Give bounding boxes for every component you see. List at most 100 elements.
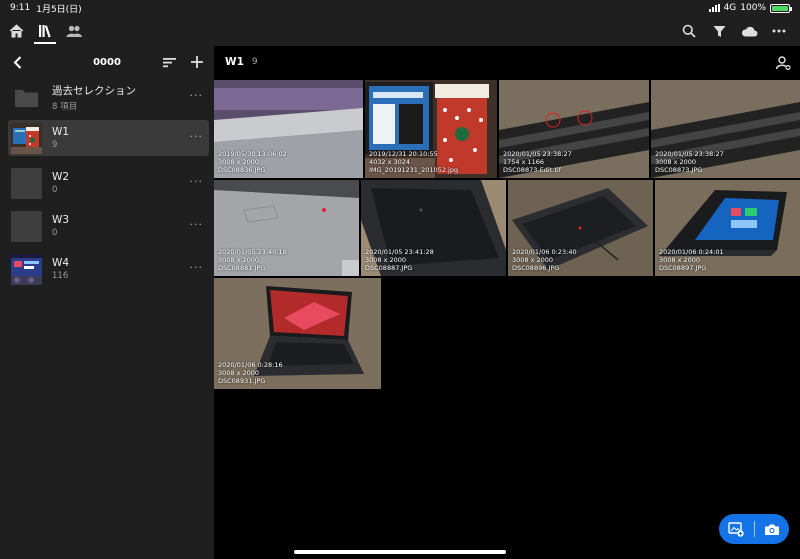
chevron-left-icon bbox=[13, 55, 21, 69]
album-item-w1[interactable]: W1 9 ··· bbox=[8, 120, 209, 156]
more-button[interactable] bbox=[770, 22, 788, 40]
cloud-button[interactable] bbox=[740, 22, 758, 40]
album-more-icon[interactable]: ··· bbox=[190, 131, 204, 142]
photo-metadata: 2020/01/06 0:23:40 3008 x 2000 DSC08896.… bbox=[512, 248, 577, 272]
album-name: 過去セレクション bbox=[52, 84, 136, 97]
album-count: 9 bbox=[52, 140, 58, 150]
photo-dimensions: 3008 x 2000 bbox=[365, 256, 407, 264]
people-icon bbox=[66, 25, 82, 37]
album-photo-count: 9 bbox=[251, 57, 258, 67]
photo-date: 2020/01/05 23:41:28 bbox=[365, 248, 434, 256]
photo-date: 2020/01/06 0:28:16 bbox=[218, 361, 283, 369]
home-indicator[interactable] bbox=[294, 550, 506, 554]
tab-home[interactable] bbox=[2, 16, 30, 46]
photo-tile[interactable]: 2019/05/30 13:06:02 3008 x 2000 DSC08836… bbox=[214, 80, 363, 178]
album-name: W1 bbox=[52, 126, 70, 138]
photo-tile[interactable]: 2020/01/05 23:38:27 1754 x 1166 DSC08873… bbox=[499, 80, 649, 178]
photo-metadata: 2019/12/31 20:10:55 4032 x 3024 IMG_2019… bbox=[369, 150, 458, 174]
camera-button[interactable] bbox=[755, 514, 790, 544]
photo-filename: DSC08873-Edit.tif bbox=[503, 166, 561, 174]
camera-icon bbox=[764, 524, 779, 535]
battery-icon bbox=[770, 3, 792, 13]
folder-icon bbox=[11, 82, 42, 113]
photo-tile[interactable]: 2020/01/05 23:40:18 3008 x 2000 DSC08881… bbox=[214, 180, 359, 276]
photo-dimensions: 3008 x 2000 bbox=[512, 256, 554, 264]
status-time: 9:11 bbox=[10, 3, 31, 13]
photo-tile[interactable]: 2020/01/05 23:38:27 3008 x 2000 DSC08873… bbox=[651, 80, 800, 178]
photo-metadata: 2020/01/05 23:38:27 1754 x 1166 DSC08873… bbox=[503, 150, 572, 174]
photo-metadata: 2020/01/05 23:40:18 3008 x 2000 DSC08881… bbox=[218, 248, 287, 272]
battery-percent: 100% bbox=[740, 3, 766, 13]
photo-metadata: 2020/01/05 23:41:28 3008 x 2000 DSC08887… bbox=[365, 248, 434, 272]
status-bar: 9:11 1月5日(日) 4G 100% bbox=[0, 0, 800, 16]
album-count: 116 bbox=[52, 271, 69, 281]
photo-tile[interactable]: 2020/01/06 0:24:01 3008 x 2000 DSC08897.… bbox=[655, 180, 800, 276]
photo-dimensions: 3008 x 2000 bbox=[218, 256, 260, 264]
photo-dimensions: 3008 x 2000 bbox=[218, 158, 260, 166]
photo-filename: DSC08873.JPG bbox=[655, 166, 703, 174]
cellular-signal-icon bbox=[708, 4, 720, 12]
album-item-w2[interactable]: W2 0 ··· bbox=[8, 165, 209, 201]
album-item-past-selection[interactable]: 過去セレクション 8 項目 ··· bbox=[8, 79, 209, 115]
photo-filename: DSC08836.JPG bbox=[218, 166, 266, 174]
photo-tile[interactable]: 2020/01/06 0:28:16 3008 x 2000 DSC08931.… bbox=[214, 278, 381, 389]
status-date: 1月5日(日) bbox=[36, 4, 82, 15]
photo-date: 2020/01/05 23:38:27 bbox=[503, 150, 572, 158]
photo-tile[interactable]: 2020/01/05 23:41:28 3008 x 2000 DSC08887… bbox=[361, 180, 506, 276]
sort-button[interactable] bbox=[160, 53, 178, 71]
sidebar: 0000 過去セレクション 8 項目 ··· W1 9 ··· W2 0 ···… bbox=[0, 46, 214, 559]
photo-filename: DSC08881.JPG bbox=[218, 264, 266, 272]
main-panel: W1 9 2019/05/30 13:06:02 3008 x 2000 DSC… bbox=[214, 46, 800, 559]
photo-metadata: 2020/01/06 0:24:01 3008 x 2000 DSC08897.… bbox=[659, 248, 724, 272]
floating-action-button bbox=[719, 514, 789, 544]
import-photo-button[interactable] bbox=[719, 514, 754, 544]
photo-metadata: 2020/01/05 23:38:27 3008 x 2000 DSC08873… bbox=[655, 150, 724, 174]
filter-button[interactable] bbox=[710, 22, 728, 40]
photo-date: 2019/12/31 20:10:55 bbox=[369, 150, 438, 158]
album-header: W1 9 bbox=[214, 46, 800, 78]
tab-library[interactable] bbox=[31, 16, 59, 46]
photo-date: 2020/01/06 0:23:40 bbox=[512, 248, 577, 256]
album-title: W1 bbox=[225, 56, 244, 68]
tab-people[interactable] bbox=[60, 16, 88, 46]
photo-filename: DSC08887.JPG bbox=[365, 264, 413, 272]
album-item-w3[interactable]: W3 0 ··· bbox=[8, 208, 209, 244]
album-more-icon[interactable]: ··· bbox=[190, 176, 204, 187]
library-icon bbox=[38, 25, 51, 38]
plus-icon bbox=[191, 56, 203, 68]
photo-filename: DSC08897.JPG bbox=[659, 264, 707, 272]
back-button[interactable] bbox=[8, 53, 26, 71]
album-name: W3 bbox=[52, 214, 70, 226]
photo-filename: DSC08931.JPG bbox=[218, 377, 266, 385]
share-people-button[interactable] bbox=[774, 54, 792, 72]
add-person-icon bbox=[775, 56, 791, 70]
photo-date: 2019/05/30 13:06:02 bbox=[218, 150, 287, 158]
photo-tile[interactable]: 2020/01/06 0:23:40 3008 x 2000 DSC08896.… bbox=[508, 180, 653, 276]
photo-dimensions: 3008 x 2000 bbox=[218, 369, 260, 377]
photo-filename: IMG_20191231_201052.jpg bbox=[369, 166, 459, 174]
import-photo-icon bbox=[728, 521, 744, 537]
add-album-button[interactable] bbox=[188, 53, 206, 71]
album-count: 0 bbox=[52, 228, 58, 238]
photo-dimensions: 4032 x 3024 bbox=[369, 158, 411, 166]
album-thumbnail bbox=[11, 210, 42, 242]
album-more-icon[interactable]: ··· bbox=[190, 219, 204, 230]
album-count: 0 bbox=[52, 185, 58, 195]
photo-date: 2020/01/06 0:24:01 bbox=[659, 248, 724, 256]
photo-date: 2020/01/05 23:40:18 bbox=[218, 248, 287, 256]
album-thumbnail bbox=[11, 253, 42, 285]
photo-date: 2020/01/05 23:38:27 bbox=[655, 150, 724, 158]
network-type: 4G bbox=[723, 3, 737, 13]
search-icon bbox=[682, 24, 696, 38]
album-thumbnail bbox=[11, 122, 42, 154]
more-icon bbox=[772, 29, 786, 33]
search-button[interactable] bbox=[680, 22, 698, 40]
album-thumbnail bbox=[11, 167, 42, 199]
album-more-icon[interactable]: ··· bbox=[190, 262, 204, 273]
home-icon bbox=[9, 24, 23, 38]
album-count: 8 項目 bbox=[52, 101, 78, 112]
album-item-w4[interactable]: W4 116 ··· bbox=[8, 251, 209, 287]
photo-tile[interactable]: 2019/12/31 20:10:55 4032 x 3024 IMG_2019… bbox=[365, 80, 497, 178]
photo-metadata: 2019/05/30 13:06:02 3008 x 2000 DSC08836… bbox=[218, 150, 287, 174]
album-more-icon[interactable]: ··· bbox=[190, 90, 204, 101]
